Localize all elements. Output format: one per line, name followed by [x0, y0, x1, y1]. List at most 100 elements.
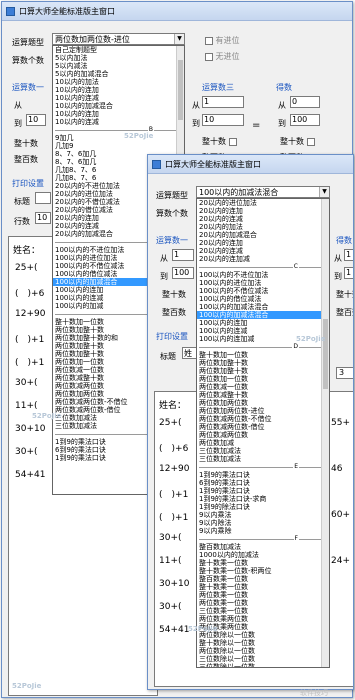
dropdown-option[interactable]: 100以内的连加	[197, 319, 329, 327]
dropdown-option[interactable]: 1到9的乘法口诀	[197, 487, 329, 495]
dropdown-option[interactable]: 1到9的乘法口诀-求商	[197, 495, 329, 503]
dropdown-option[interactable]: 两位数减两位数-借位	[197, 423, 329, 431]
dropdown-option[interactable]: 100以内的连减	[197, 327, 329, 335]
dropdown-option[interactable]: 整十数乘一位数	[197, 583, 329, 591]
dropdown-option[interactable]: 9以内除法	[197, 519, 329, 527]
dropdown-option[interactable]: 10以内的连减	[53, 118, 184, 126]
front-type-select[interactable]: 100以内的加减法混合 ▼	[196, 186, 330, 198]
dropdown-option[interactable]: 两位数减一位数	[197, 383, 329, 391]
front-op1-to-input[interactable]: 100	[172, 267, 194, 279]
dropdown-option[interactable]: 几加9	[53, 142, 184, 150]
front-op1-hundreds[interactable]: 整百数	[162, 307, 186, 318]
front-res-tens[interactable]: 整十数	[336, 289, 353, 300]
dropdown-option[interactable]: 100以内的借位减法	[197, 295, 329, 303]
dropdown-option[interactable]: 两位数乘两位数	[197, 615, 329, 623]
back-res-tens[interactable]: 整十数	[280, 136, 315, 147]
dropdown-option[interactable]: 1到9的乘法口诀	[197, 471, 329, 479]
dropdown-option[interactable]: 三位数除以一位数	[197, 663, 329, 667]
front-res-to-input[interactable]: 1	[344, 267, 353, 279]
dropdown-option[interactable]: 两位数减两位数-不借位	[197, 415, 329, 423]
list-separator: D	[197, 343, 329, 351]
dropdown-option[interactable]: 20以内的连加减	[197, 255, 329, 263]
front-type-dropdown-list[interactable]: 20以内的进位加法 20以内的连加 20以内的连减 20以内的加法 20以内的加减混合 2…	[196, 198, 330, 668]
back-op3-tens[interactable]: 整十数	[202, 136, 237, 147]
dropdown-option[interactable]: 5以内减法	[53, 62, 184, 70]
dropdown-option[interactable]: 10以内的加减混合	[53, 102, 184, 110]
dropdown-option[interactable]: 两位数乘一位数	[197, 599, 329, 607]
dropdown-option[interactable]: 整十数乘一位数	[197, 559, 329, 567]
dropdown-option[interactable]: 20以内的加减混合	[197, 231, 329, 239]
dropdown-option[interactable]: 三位数除以一位数	[197, 655, 329, 663]
dropdown-option[interactable]: 三位数加减法	[197, 455, 329, 463]
chevron-down-icon[interactable]: ▼	[319, 187, 329, 197]
dropdown-option[interactable]: 9以内乘除	[197, 527, 329, 535]
dropdown-option[interactable]: 两位数加减	[197, 439, 329, 447]
back-op1-from-label: 从	[14, 101, 22, 110]
back-title-input[interactable]	[35, 192, 51, 204]
dropdown-option[interactable]: 两位数减整十数	[197, 391, 329, 399]
dropdown-option[interactable]: 20以内的连加	[197, 207, 329, 215]
dropdown-option[interactable]: 20以内的连加	[197, 239, 329, 247]
dropdown-option[interactable]: 9加几	[53, 134, 184, 142]
dropdown-option[interactable]: 10以内的连加	[53, 86, 184, 94]
back-op1-hundreds[interactable]: 整百数	[14, 154, 38, 165]
dropdown-option[interactable]: 自己定制题型	[53, 46, 184, 54]
dropdown-option[interactable]: 两位数加整十数	[197, 359, 329, 367]
dropdown-option[interactable]: 100以内的进位加法	[197, 279, 329, 287]
dropdown-option[interactable]: 两位数乘一位数	[197, 591, 329, 599]
dropdown-option[interactable]: 两位数加两位数-进位	[197, 407, 329, 415]
back-op3-from-input[interactable]: 1	[202, 96, 244, 108]
front-rows-input[interactable]: 3	[336, 367, 353, 379]
front-op1-tens[interactable]: 整十数	[162, 289, 186, 300]
list-separator: E	[197, 463, 329, 471]
dropdown-option[interactable]: 整十数加一位数	[197, 351, 329, 359]
front-op1-from-input[interactable]: 1	[172, 249, 194, 261]
dropdown-option[interactable]: 20以内的加法	[197, 223, 329, 231]
back-nocarry-checkbox[interactable]: 无进位	[202, 51, 240, 62]
dropdown-option[interactable]: 10以内的加法	[53, 78, 184, 86]
back-type-select[interactable]: 两位数加两位数-进位 ▼	[52, 33, 185, 45]
dropdown-option[interactable]: 两位数加一位数	[197, 375, 329, 383]
dropdown-option[interactable]: 6到9的乘法口诀	[197, 479, 329, 487]
dropdown-option[interactable]: 整百数乘一位数	[197, 575, 329, 583]
dropdown-option[interactable]: 整十数除以一位数	[197, 639, 329, 647]
dropdown-option[interactable]: 5以内加法	[53, 54, 184, 62]
dropdown-option[interactable]: 100以内的不进位加法	[197, 271, 329, 279]
dropdown-option[interactable]: 20以内的连减	[197, 215, 329, 223]
expression-item: ( )+1	[15, 358, 45, 368]
front-res-to-label: 到	[334, 272, 342, 281]
back-carry-checkbox[interactable]: 有进位	[202, 35, 240, 46]
back-res-from-input[interactable]: 0	[290, 96, 320, 108]
dropdown-option[interactable]: 5以内的加减混合	[53, 70, 184, 78]
front-res-hundreds[interactable]: 整百数	[336, 307, 353, 318]
dropdown-option[interactable]: 两位数除以一位数	[197, 647, 329, 655]
dropdown-option[interactable]: 100以内的加减法混合	[197, 311, 329, 319]
expression-item: ( )+1	[159, 490, 189, 500]
dropdown-option[interactable]: 10以内的连加	[53, 110, 184, 118]
chevron-down-icon[interactable]: ▼	[174, 34, 184, 44]
dropdown-option[interactable]: 100以内的不借位减法	[197, 287, 329, 295]
dropdown-option[interactable]: 9以内乘法	[197, 511, 329, 519]
dropdown-option[interactable]: 两位数加两位数	[197, 399, 329, 407]
dropdown-option[interactable]: 100以内的加减法混合	[197, 303, 329, 311]
back-op3-to-label: 到	[192, 119, 200, 128]
dropdown-option[interactable]: 1000以内的加减法	[197, 551, 329, 559]
dropdown-option[interactable]: 20以内的连减	[197, 247, 329, 255]
front-res-from-input[interactable]: 1	[344, 249, 353, 261]
back-op1-tens[interactable]: 整十数	[14, 138, 38, 149]
back-op3-to-input[interactable]: 10	[202, 114, 244, 126]
dropdown-option[interactable]: 整十数乘一位数-积两位	[197, 567, 329, 575]
dropdown-option[interactable]: 三位数加减法	[197, 447, 329, 455]
dropdown-option[interactable]: 三位数乘一位数	[197, 607, 329, 615]
dropdown-option[interactable]: 两位数减两位数	[197, 431, 329, 439]
dropdown-option[interactable]: 两位数加整十数	[197, 367, 329, 375]
watermark: 52PoJie	[12, 682, 42, 690]
dropdown-option[interactable]: 1到9的除法口诀	[197, 503, 329, 511]
front-list-scrollbar[interactable]	[321, 199, 329, 667]
dropdown-option[interactable]: 20以内的进位加法	[197, 199, 329, 207]
dropdown-option[interactable]: 整百数加减法	[197, 543, 329, 551]
dropdown-option[interactable]: 10以内的连减	[53, 94, 184, 102]
back-res-to-input[interactable]: 100	[290, 114, 320, 126]
back-op1-to-input[interactable]: 10	[26, 114, 46, 126]
back-rows-input[interactable]: 10	[35, 212, 51, 224]
